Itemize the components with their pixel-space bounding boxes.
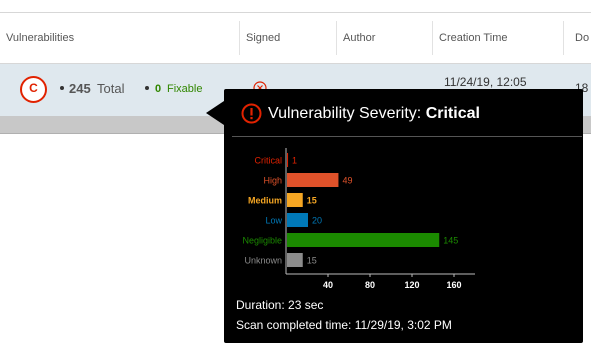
severity-bar-chart: Critical 1 High 49 Medium 15 Low 20 Negligible 14… bbox=[242, 148, 475, 290]
scan-duration: Duration: 23 sec bbox=[236, 298, 324, 312]
value-label-high: 49 bbox=[342, 176, 352, 186]
category-label-high: High bbox=[263, 176, 282, 186]
tooltip-title-prefix: Vulnerability Severity: bbox=[268, 105, 422, 122]
value-label-low: 20 bbox=[312, 216, 322, 226]
column-header-label: Author bbox=[343, 32, 376, 44]
exclamation-circle-icon bbox=[241, 103, 262, 124]
fixable-count: 0 bbox=[155, 83, 162, 95]
value-label-medium: 15 bbox=[307, 196, 317, 206]
category-label-negligible: Negligible bbox=[242, 236, 282, 246]
bar-negligible bbox=[287, 233, 440, 247]
value-label-negligible: 145 bbox=[443, 236, 458, 246]
column-header-label: Creation Time bbox=[439, 32, 508, 44]
bullet-dot bbox=[145, 86, 149, 90]
severity-badge-letter: C bbox=[29, 81, 38, 95]
bar-unknown bbox=[287, 253, 303, 267]
creation-time-value: 11/24/19, 12:05 bbox=[444, 75, 527, 89]
column-header-label: Signed bbox=[246, 32, 281, 44]
column-header-label: Vulnerabilities bbox=[6, 32, 75, 44]
category-label-critical: Critical bbox=[254, 156, 282, 166]
tooltip-divider bbox=[232, 136, 582, 137]
bar-medium bbox=[287, 193, 303, 207]
value-label-unknown: 15 bbox=[307, 256, 317, 266]
column-header-truncated[interactable]: Do bbox=[569, 13, 591, 63]
bar-high bbox=[287, 173, 339, 187]
bar-critical bbox=[287, 153, 289, 167]
critical-severity-badge[interactable]: C bbox=[20, 76, 47, 103]
bullet-dot bbox=[60, 86, 64, 90]
category-label-medium: Medium bbox=[248, 196, 282, 206]
table-header: Vulnerabilities Signed Author Creation T… bbox=[0, 13, 591, 64]
column-separator[interactable] bbox=[563, 21, 564, 55]
category-label-unknown: Unknown bbox=[244, 256, 282, 266]
column-header-label: Do bbox=[575, 32, 590, 44]
column-header-vulnerabilities[interactable]: Vulnerabilities bbox=[0, 13, 240, 63]
x-tick-label: 40 bbox=[323, 280, 333, 290]
fixable-label: Fixable bbox=[167, 83, 203, 95]
bar-low bbox=[287, 213, 308, 227]
column-header-author[interactable]: Author bbox=[337, 13, 433, 63]
x-tick-label: 120 bbox=[404, 280, 419, 290]
tooltip-title-value: Critical bbox=[425, 105, 480, 122]
x-tick-label: 80 bbox=[365, 280, 375, 290]
x-tick-label: 160 bbox=[446, 280, 461, 290]
total-label: Total bbox=[97, 81, 125, 96]
value-label-critical: 1 bbox=[292, 156, 297, 166]
category-label-low: Low bbox=[265, 216, 282, 226]
column-header-signed[interactable]: Signed bbox=[240, 13, 337, 63]
total-count: 245 bbox=[69, 81, 91, 96]
column-header-creation-time[interactable]: Creation Time bbox=[433, 13, 564, 63]
tooltip-title: Vulnerability Severity: Critical bbox=[268, 105, 480, 123]
scan-completed-time: Scan completed time: 11/29/19, 3:02 PM bbox=[236, 318, 452, 332]
tooltip-arrow bbox=[206, 101, 224, 125]
